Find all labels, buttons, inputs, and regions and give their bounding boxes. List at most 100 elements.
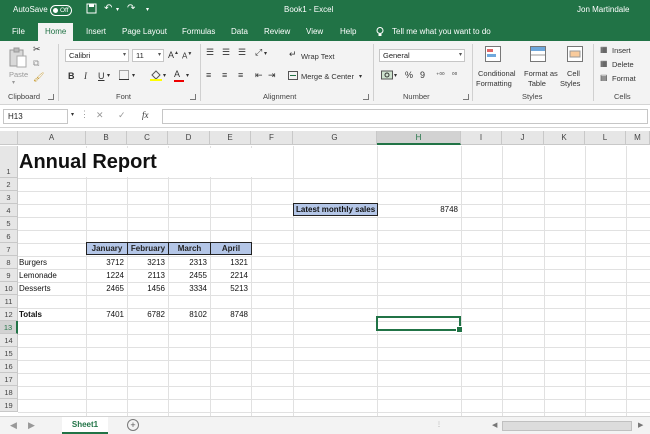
undo-dropdown-icon[interactable]: ▾ (116, 6, 119, 13)
row-header-15[interactable]: 15 (0, 347, 18, 360)
value-cell[interactable]: 3334 (168, 282, 207, 295)
tab-view[interactable]: View (306, 27, 323, 36)
paste-icon[interactable] (8, 47, 28, 69)
merge-center-icon[interactable] (288, 71, 298, 82)
decrease-decimal-icon[interactable]: ⁰⁰ (452, 71, 457, 79)
column-header-h[interactable]: H (377, 131, 461, 145)
user-name[interactable]: Jon Martindale (577, 5, 629, 14)
column-header-f[interactable]: F (251, 131, 293, 145)
format-as-table-label-2[interactable]: Table (528, 79, 546, 88)
enter-button[interactable]: ✓ (118, 110, 126, 121)
row-header-16[interactable]: 16 (0, 360, 18, 373)
format-painter-icon[interactable]: 🖌 (33, 72, 44, 83)
value-cell[interactable]: 3712 (86, 256, 124, 269)
row-header-7[interactable]: 7 (0, 243, 18, 256)
align-right-icon[interactable]: ≡ (238, 70, 243, 80)
orientation-icon[interactable]: ⤢ (255, 47, 262, 58)
row-header-3[interactable]: 3 (0, 191, 18, 204)
tab-insert[interactable]: Insert (86, 27, 106, 36)
decrease-indent-icon[interactable]: ⇤ (255, 70, 263, 81)
tab-page-layout[interactable]: Page Layout (122, 27, 167, 36)
item-name-cell[interactable]: Lemonade (19, 269, 57, 282)
month-header-cell[interactable]: April (210, 242, 252, 255)
select-all-corner[interactable] (0, 131, 18, 145)
column-header-l[interactable]: L (585, 131, 626, 145)
value-cell[interactable]: 2113 (127, 269, 165, 282)
customize-toolbar-icon[interactable]: ▾ (146, 6, 149, 13)
number-launcher-icon[interactable] (463, 94, 469, 100)
tab-review[interactable]: Review (264, 27, 290, 36)
value-cell[interactable]: 2313 (168, 256, 207, 269)
column-header-j[interactable]: J (502, 131, 544, 145)
increase-font-icon[interactable]: A▲ (168, 50, 179, 60)
more-options-icon[interactable]: ⋮ (80, 109, 89, 120)
format-as-table-icon[interactable] (530, 46, 546, 64)
month-header-cell[interactable]: February (127, 242, 169, 255)
tab-formulas[interactable]: Formulas (182, 27, 215, 36)
column-header-g[interactable]: G (293, 131, 377, 145)
format-as-table-label-1[interactable]: Format as (524, 69, 558, 78)
save-icon[interactable] (86, 3, 97, 17)
align-left-icon[interactable]: ≡ (206, 70, 211, 80)
cut-icon[interactable]: ✂ (33, 44, 41, 55)
increase-decimal-icon[interactable]: ⁺⁰⁰ (436, 71, 445, 79)
scroll-right-icon[interactable]: ▶ (638, 421, 643, 429)
borders-dropdown-icon[interactable]: ▾ (132, 72, 135, 79)
row-header-13[interactable]: 13 (0, 321, 18, 334)
row-header-18[interactable]: 18 (0, 386, 18, 399)
scroll-left-icon[interactable]: ◀ (492, 421, 497, 429)
column-header-e[interactable]: E (210, 131, 251, 145)
row-header-12[interactable]: 12 (0, 308, 18, 321)
row-header-6[interactable]: 6 (0, 230, 18, 243)
font-color-icon[interactable]: A (174, 69, 184, 82)
accounting-format-icon[interactable] (381, 70, 393, 82)
format-cells-icon[interactable]: ▤ (600, 73, 608, 82)
row-header-17[interactable]: 17 (0, 373, 18, 386)
paste-dropdown-icon[interactable]: ▾ (12, 79, 15, 86)
align-center-icon[interactable]: ≡ (222, 70, 227, 80)
tab-split-icon[interactable]: ⋮ (436, 421, 442, 428)
column-header-b[interactable]: B (86, 131, 127, 145)
insert-function-button[interactable]: fx (142, 110, 149, 120)
redo-icon[interactable]: ↷ (127, 3, 135, 14)
value-cell[interactable]: 1224 (86, 269, 124, 282)
value-cell[interactable]: 3213 (127, 256, 165, 269)
autosave-toggle[interactable]: Off (50, 5, 72, 16)
tab-help[interactable]: Help (340, 27, 356, 36)
underline-dropdown-icon[interactable]: ▾ (107, 72, 110, 79)
accounting-dropdown-icon[interactable]: ▾ (394, 72, 397, 79)
value-cell[interactable]: 2214 (210, 269, 248, 282)
row-header-2[interactable]: 2 (0, 178, 18, 191)
selected-cell-h13[interactable] (376, 316, 463, 333)
month-header-cell[interactable]: March (168, 242, 211, 255)
alignment-launcher-icon[interactable] (363, 94, 369, 100)
column-header-m[interactable]: M (626, 131, 650, 145)
cell-styles-label-2[interactable]: Styles (560, 79, 580, 88)
total-cell[interactable]: 8748 (210, 308, 248, 321)
cancel-entry-button[interactable]: ✕ (96, 110, 104, 121)
total-cell[interactable]: 8102 (168, 308, 207, 321)
name-box-dropdown-icon[interactable]: ▾ (71, 111, 74, 118)
add-sheet-button[interactable]: + (127, 419, 139, 431)
increase-indent-icon[interactable]: ⇥ (268, 70, 276, 81)
value-cell[interactable]: 1456 (127, 282, 165, 295)
formula-input[interactable] (162, 109, 648, 124)
column-header-a[interactable]: A (18, 131, 86, 145)
name-box[interactable]: H13 (3, 109, 68, 124)
item-name-cell[interactable]: Desserts (19, 282, 51, 295)
fill-color-icon[interactable] (150, 69, 162, 83)
scroll-sheets-right-icon[interactable]: ▶ (28, 420, 35, 431)
sheet-tab-sheet1[interactable]: Sheet1 (62, 417, 108, 434)
font-size-select[interactable]: 11 ▾ (132, 49, 164, 62)
italic-button[interactable]: I (84, 71, 87, 81)
row-header-8[interactable]: 8 (0, 256, 18, 269)
row-header-19[interactable]: 19 (0, 399, 18, 412)
tab-home[interactable]: Home (38, 23, 74, 41)
column-header-k[interactable]: K (544, 131, 585, 145)
insert-cells-button[interactable]: Insert (612, 46, 631, 55)
undo-icon[interactable]: ↶ (104, 3, 112, 14)
column-header-i[interactable]: I (461, 131, 502, 145)
conditional-formatting-icon[interactable] (485, 46, 501, 64)
fill-color-dropdown-icon[interactable]: ▾ (163, 72, 166, 79)
align-top-icon[interactable]: ☰ (206, 47, 214, 58)
